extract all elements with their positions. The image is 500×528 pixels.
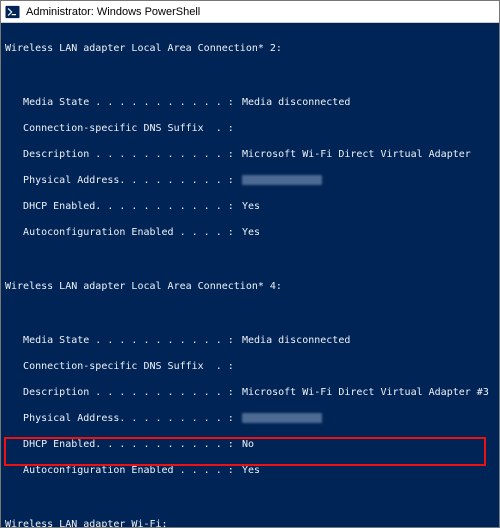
autoconf-label: Autoconfiguration Enabled . . . . : (5, 464, 242, 477)
dhcp-enabled-row: DHCP Enabled. . . . . . . . . . . : Yes (5, 200, 499, 213)
description-label: Description . . . . . . . . . . . : (5, 386, 242, 399)
dhcp-enabled-value: Yes (242, 200, 260, 213)
adapter-header-lan2: Wireless LAN adapter Local Area Connecti… (5, 42, 499, 55)
dhcp-enabled-label: DHCP Enabled. . . . . . . . . . . : (5, 438, 242, 451)
adapter-header-lan4: Wireless LAN adapter Local Area Connecti… (5, 280, 499, 293)
description-value: Microsoft Wi-Fi Direct Virtual Adapter #… (242, 386, 489, 399)
dns-suffix-label: Connection-specific DNS Suffix . : (5, 360, 242, 373)
blank-line (5, 308, 499, 321)
autoconf-row: Autoconfiguration Enabled . . . . : Yes (5, 226, 499, 239)
media-state-value: Media disconnected (242, 334, 350, 347)
adapter-header-wifi: Wireless LAN adapter Wi-Fi: (5, 518, 499, 527)
dhcp-enabled-row: DHCP Enabled. . . . . . . . . . . : No (5, 438, 499, 451)
media-state-label: Media State . . . . . . . . . . . : (5, 96, 242, 109)
dns-suffix-label: Connection-specific DNS Suffix . : (5, 122, 242, 135)
physical-address-row: Physical Address. . . . . . . . . : (5, 174, 499, 187)
media-state-value: Media disconnected (242, 96, 350, 109)
blank-line (5, 252, 499, 265)
description-row: Description . . . . . . . . . . . : Micr… (5, 386, 499, 399)
powershell-icon (5, 5, 20, 19)
autoconf-value: Yes (242, 464, 260, 477)
dhcp-enabled-value: No (242, 438, 254, 451)
media-state-label: Media State . . . . . . . . . . . : (5, 334, 242, 347)
description-row: Description . . . . . . . . . . . : Micr… (5, 148, 499, 161)
physical-address-value (242, 174, 322, 187)
window-title: Administrator: Windows PowerShell (26, 6, 200, 18)
dns-suffix-row: Connection-specific DNS Suffix . : (5, 122, 499, 135)
autoconf-value: Yes (242, 226, 260, 239)
autoconf-label: Autoconfiguration Enabled . . . . : (5, 226, 242, 239)
physical-address-value (242, 412, 322, 425)
dhcp-enabled-label: DHCP Enabled. . . . . . . . . . . : (5, 200, 242, 213)
physical-address-label: Physical Address. . . . . . . . . : (5, 412, 242, 425)
terminal-output[interactable]: Wireless LAN adapter Local Area Connecti… (1, 23, 499, 527)
description-value: Microsoft Wi-Fi Direct Virtual Adapter (242, 148, 471, 161)
media-state-row: Media State . . . . . . . . . . . : Medi… (5, 96, 499, 109)
dns-suffix-row: Connection-specific DNS Suffix . : (5, 360, 499, 373)
titlebar[interactable]: Administrator: Windows PowerShell (1, 1, 499, 23)
blank-line (5, 490, 499, 503)
autoconf-row: Autoconfiguration Enabled . . . . : Yes (5, 464, 499, 477)
powershell-window: Administrator: Windows PowerShell Wirele… (0, 0, 500, 528)
description-label: Description . . . . . . . . . . . : (5, 148, 242, 161)
physical-address-row: Physical Address. . . . . . . . . : (5, 412, 499, 425)
blank-line (5, 70, 499, 83)
physical-address-label: Physical Address. . . . . . . . . : (5, 174, 242, 187)
media-state-row: Media State . . . . . . . . . . . : Medi… (5, 334, 499, 347)
